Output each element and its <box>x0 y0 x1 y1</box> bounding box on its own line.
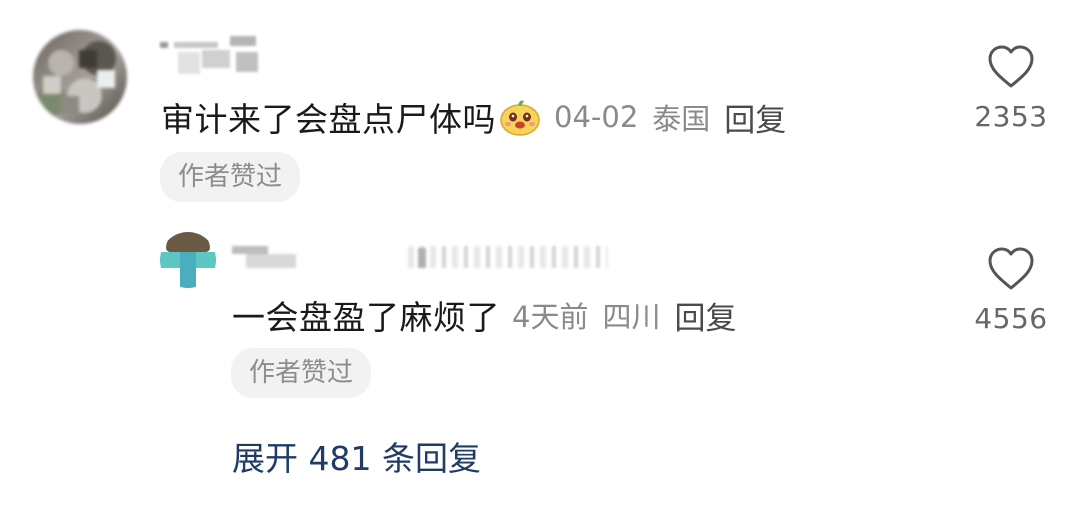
like-count: 4556 <box>974 302 1048 335</box>
commenter-username[interactable] <box>160 36 280 76</box>
reply-body: 一会盘盈了麻烦了 4天前 四川 回复 <box>232 292 736 338</box>
reply-text: 一会盘盈了麻烦了 <box>232 298 500 337</box>
comment-location: 泰国 <box>652 102 711 136</box>
like-button[interactable]: 4556 <box>956 246 1066 335</box>
liked-by-author-badge: 作者赞过 <box>231 348 372 398</box>
reply-location: 四川 <box>602 300 661 334</box>
replier-username[interactable] <box>232 242 672 274</box>
mascot-emoji-icon <box>498 97 542 137</box>
comment-text: 审计来了会盘点尸体吗 <box>161 100 496 139</box>
expand-replies-link[interactable]: 展开 481 条回复 <box>232 432 481 480</box>
replier-avatar[interactable] <box>160 232 216 288</box>
comment-body: 审计来了会盘点尸体吗 04-02 泰国 回复 <box>161 94 786 140</box>
reply-button[interactable]: 回复 <box>674 293 736 338</box>
reply-button[interactable]: 回复 <box>724 95 786 140</box>
liked-by-author-badge: 作者赞过 <box>160 152 301 202</box>
commenter-avatar[interactable] <box>33 30 127 124</box>
comment-date: 04-02 <box>554 100 639 134</box>
reply-date: 4天前 <box>512 300 589 334</box>
heart-icon[interactable] <box>986 44 1036 90</box>
heart-icon[interactable] <box>986 246 1036 292</box>
like-button[interactable]: 2353 <box>956 44 1066 133</box>
like-count: 2353 <box>974 100 1048 133</box>
